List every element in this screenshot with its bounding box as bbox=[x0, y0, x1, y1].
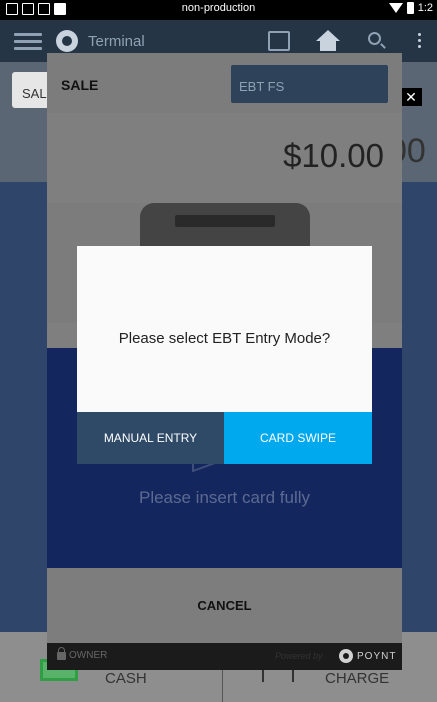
card-icon bbox=[262, 668, 294, 682]
search-icon[interactable] bbox=[368, 32, 381, 45]
owner-label: OWNER bbox=[69, 650, 108, 661]
app-logo-icon bbox=[56, 30, 78, 52]
charge-button[interactable]: CHARGE bbox=[325, 670, 389, 687]
owner-bar: OWNER Powered by POYNT bbox=[47, 643, 402, 670]
poynt-logo-icon bbox=[339, 649, 353, 663]
manual-entry-button[interactable]: MANUAL ENTRY bbox=[77, 412, 224, 464]
clock: 1:2 bbox=[417, 2, 433, 14]
ebt-fs-tab[interactable]: EBT FS bbox=[231, 65, 388, 103]
environment-label: non-production bbox=[181, 2, 256, 14]
cancel-area: CANCEL bbox=[47, 568, 402, 643]
dialog-message: Please select EBT Entry Mode? bbox=[118, 330, 331, 347]
amount-area: $10.00 bbox=[47, 113, 402, 203]
cancel-button[interactable]: CANCEL bbox=[47, 598, 402, 613]
battery-icon bbox=[406, 2, 414, 14]
app-title: Terminal bbox=[88, 33, 145, 50]
recent-apps-icon[interactable] bbox=[268, 31, 290, 51]
sale-header: SALE EBT FS bbox=[47, 53, 402, 113]
menu-icon[interactable] bbox=[14, 33, 42, 51]
brand-label: POYNT bbox=[357, 651, 397, 662]
home-icon[interactable] bbox=[315, 30, 341, 52]
status-right: 1:2 bbox=[388, 2, 433, 14]
overflow-menu-icon[interactable] bbox=[418, 33, 422, 49]
sale-title: SALE bbox=[61, 77, 99, 93]
ebt-entry-mode-dialog: Please select EBT Entry Mode? MANUAL ENT… bbox=[77, 246, 372, 464]
close-icon[interactable]: ✕ bbox=[400, 88, 422, 106]
status-bar: non-production 1:2 bbox=[0, 0, 437, 20]
powered-by-label: Powered by bbox=[275, 651, 323, 661]
background-sale-tab: SAL bbox=[12, 72, 52, 108]
insert-card-prompt: Please insert card fully bbox=[138, 488, 311, 507]
lock-icon bbox=[57, 647, 66, 660]
sale-amount: $10.00 bbox=[283, 137, 384, 174]
wifi-icon bbox=[388, 3, 403, 13]
card-swipe-button[interactable]: CARD SWIPE bbox=[224, 412, 372, 464]
cash-button[interactable]: CASH bbox=[105, 670, 147, 687]
